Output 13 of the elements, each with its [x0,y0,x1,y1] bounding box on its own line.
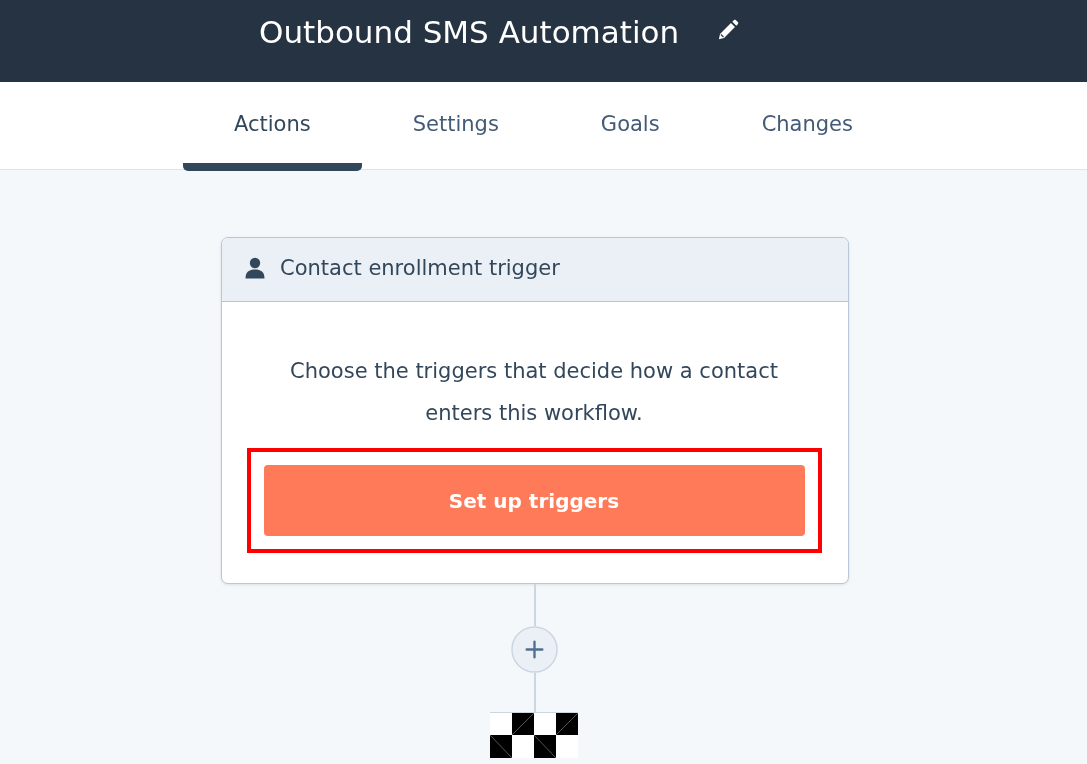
plus-circle-icon[interactable] [511,626,558,673]
tab[interactable]: Goals [549,84,711,171]
workflow-title: Outbound SMS Automation [259,13,680,51]
connector-line [534,584,536,626]
person-icon [245,256,265,279]
tab[interactable]: Changes [710,84,904,171]
tab[interactable]: Settings [361,84,550,171]
card-title: Contact enrollment trigger [280,256,560,280]
card-description: Choose the triggers that decide how a contact enters this workflow. [289,358,779,427]
tab[interactable]: Actions [183,84,362,171]
checkered-flag-icon [490,712,578,758]
pencil-icon[interactable] [716,18,740,42]
connector-line [534,673,536,712]
